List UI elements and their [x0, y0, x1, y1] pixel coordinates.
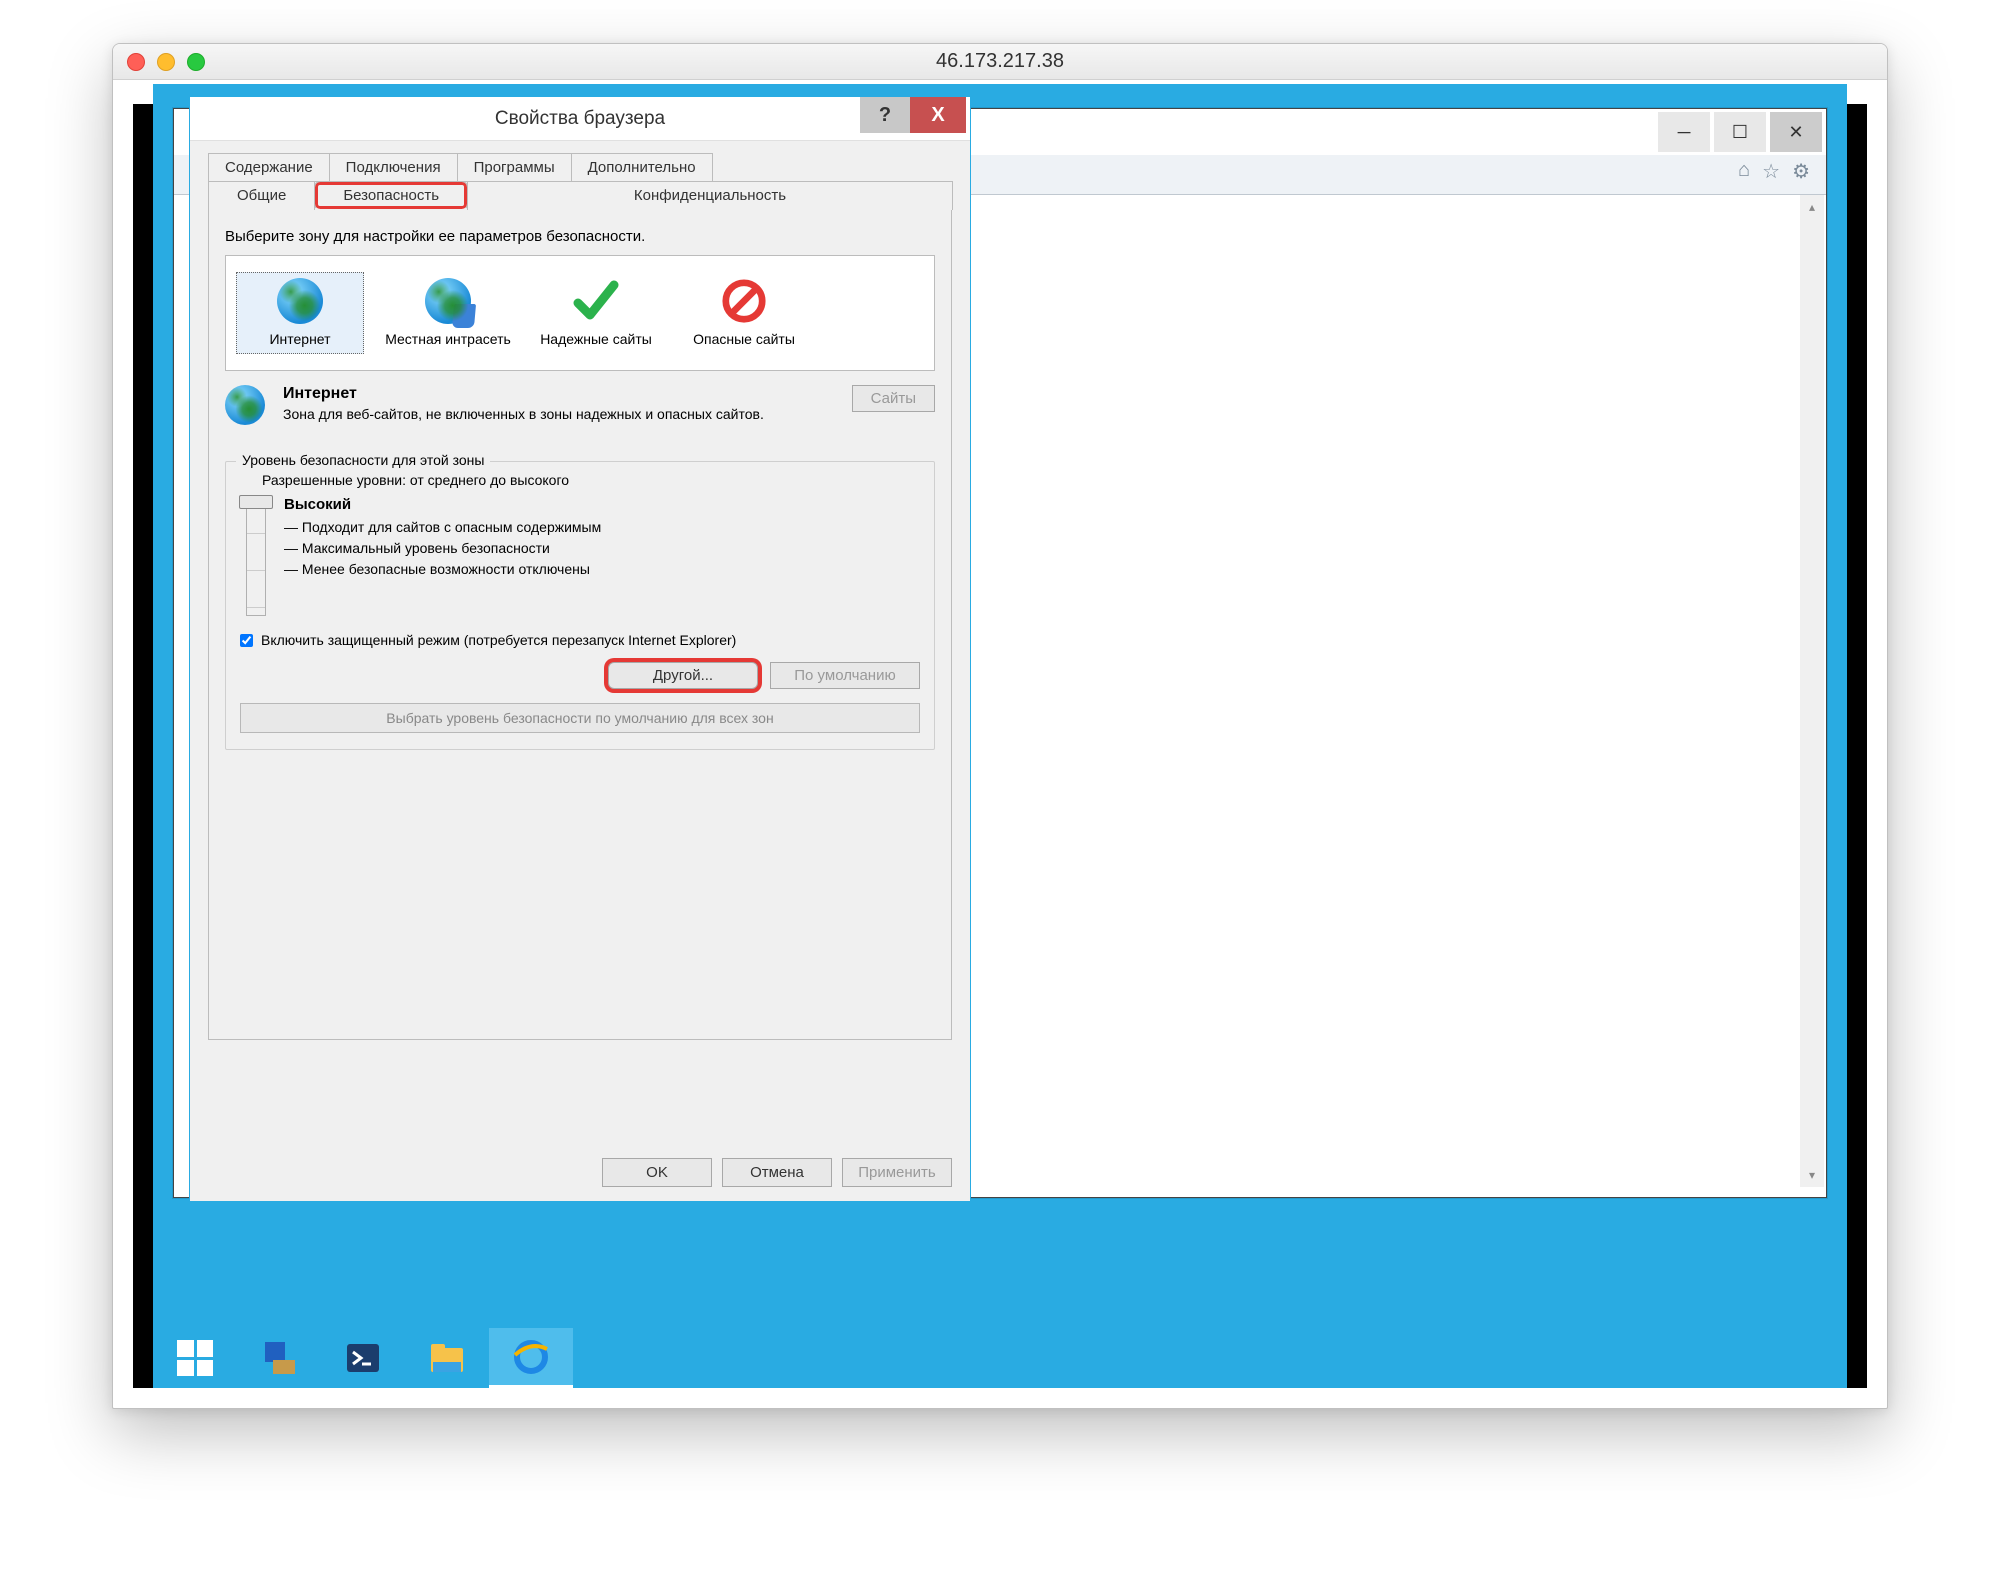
level-name: Высокий — [284, 496, 601, 513]
tools-gear-icon[interactable]: ⚙ — [1792, 159, 1810, 184]
remote-viewport: ─ ☐ ✕ e ной... × ⌂ ☆ ⚙ — [133, 104, 1867, 1388]
file-explorer-icon — [427, 1338, 467, 1378]
sites-button[interactable]: Сайты — [852, 385, 935, 412]
security-level-slider[interactable] — [246, 496, 266, 616]
scroll-up-icon[interactable]: ▴ — [1800, 195, 1824, 219]
tab-connections[interactable]: Подключения — [329, 153, 458, 181]
start-button[interactable] — [153, 1328, 237, 1388]
favorites-icon[interactable]: ☆ — [1762, 159, 1780, 184]
zone-label: Надежные сайты — [532, 331, 660, 349]
dialog-help-button[interactable]: ? — [860, 97, 910, 133]
custom-level-button[interactable]: Другой... — [608, 662, 758, 689]
taskbar-server-manager[interactable] — [237, 1328, 321, 1388]
checkmark-icon — [572, 277, 620, 325]
ie-minimize-button[interactable]: ─ — [1658, 112, 1710, 152]
dialog-body: Содержание Подключения Программы Дополни… — [190, 141, 970, 1201]
ok-button[interactable]: OK — [602, 1158, 712, 1187]
globe-icon — [225, 385, 265, 425]
zone-label: Опасные сайты — [680, 331, 808, 349]
server-manager-icon — [259, 1338, 299, 1378]
dialog-titlebar: Свойства браузера ? X — [190, 97, 970, 141]
zone-restricted-sites[interactable]: Опасные сайты — [680, 277, 808, 349]
tab-programs[interactable]: Программы — [457, 153, 572, 181]
ie-toolbar-icons: ⌂ ☆ ⚙ — [1738, 159, 1810, 184]
dialog-close-button[interactable]: X — [910, 97, 966, 133]
zone-trusted-sites[interactable]: Надежные сайты — [532, 277, 660, 349]
zone-label: Интернет — [241, 331, 359, 349]
slider-thumb[interactable] — [239, 495, 273, 509]
globe-shield-icon — [425, 278, 471, 324]
windows-logo-icon — [177, 1340, 213, 1376]
tab-content[interactable]: Содержание — [208, 153, 330, 181]
protected-mode-label: Включить защищенный режим (потребуется п… — [261, 632, 736, 648]
allowed-levels: Разрешенные уровни: от среднего до высок… — [262, 472, 920, 488]
group-legend: Уровень безопасности для этой зоны — [236, 452, 490, 468]
tab-general[interactable]: Общие — [208, 181, 315, 210]
taskbar-ie[interactable] — [489, 1328, 573, 1388]
level-detail: — Подходит для сайтов с опасным содержим… — [284, 517, 601, 580]
security-tab-panel: Выберите зону для настройки ее параметро… — [208, 210, 952, 1040]
mac-titlebar: 46.173.217.38 — [113, 44, 1887, 80]
globe-icon — [277, 278, 323, 324]
zone-internet[interactable]: Интернет — [236, 272, 364, 354]
internet-explorer-icon — [511, 1337, 551, 1377]
taskbar-powershell[interactable] — [321, 1328, 405, 1388]
home-icon[interactable]: ⌂ — [1738, 159, 1750, 184]
reset-all-zones-button[interactable]: Выбрать уровень безопасности по умолчани… — [240, 703, 920, 733]
zone-description: Интернет Зона для веб-сайтов, не включен… — [225, 385, 935, 425]
cancel-button[interactable]: Отмена — [722, 1158, 832, 1187]
zone-local-intranet[interactable]: Местная интрасеть — [384, 277, 512, 349]
tab-advanced[interactable]: Дополнительно — [571, 153, 713, 181]
ie-maximize-button[interactable]: ☐ — [1714, 112, 1766, 152]
tab-security[interactable]: Безопасность — [314, 181, 468, 210]
taskbar-explorer[interactable] — [405, 1328, 489, 1388]
powershell-icon — [343, 1338, 383, 1378]
prohibited-icon — [720, 277, 768, 325]
tab-privacy[interactable]: Конфиденциальность — [467, 181, 953, 210]
taskbar — [153, 1328, 1847, 1388]
selected-zone-name: Интернет — [283, 385, 764, 403]
scroll-down-icon[interactable]: ▾ — [1800, 1163, 1824, 1187]
mac-window: 46.173.217.38 ─ ☐ ✕ e ной... × ⌂ — [112, 43, 1888, 1409]
zone-label: Местная интрасеть — [384, 331, 512, 349]
tab-row-top: Содержание Подключения Программы Дополни… — [208, 153, 952, 182]
zone-list[interactable]: Интернет Местная интрасеть Надежные са — [225, 255, 935, 371]
protected-mode-row: Включить защищенный режим (потребуется п… — [240, 632, 920, 648]
zone-instruction: Выберите зону для настройки ее параметро… — [225, 228, 935, 245]
dialog-footer: OK Отмена Применить — [208, 1158, 952, 1187]
default-level-button[interactable]: По умолчанию — [770, 662, 920, 689]
mac-window-title: 46.173.217.38 — [113, 50, 1887, 73]
selected-zone-desc: Зона для веб-сайтов, не включенных в зон… — [283, 405, 764, 424]
scrollbar[interactable]: ▴ ▾ — [1800, 195, 1824, 1187]
security-level-group: Уровень безопасности для этой зоны Разре… — [225, 461, 935, 750]
windows-desktop: ─ ☐ ✕ e ной... × ⌂ ☆ ⚙ — [153, 84, 1847, 1388]
ie-close-button[interactable]: ✕ — [1770, 112, 1822, 152]
apply-button[interactable]: Применить — [842, 1158, 952, 1187]
tab-row-bottom: Общие Безопасность Конфиденциальность — [208, 181, 952, 210]
protected-mode-checkbox[interactable] — [240, 634, 253, 647]
internet-options-dialog: Свойства браузера ? X Содержание Подключ… — [189, 96, 971, 1202]
dialog-title: Свойства браузера — [495, 108, 665, 130]
